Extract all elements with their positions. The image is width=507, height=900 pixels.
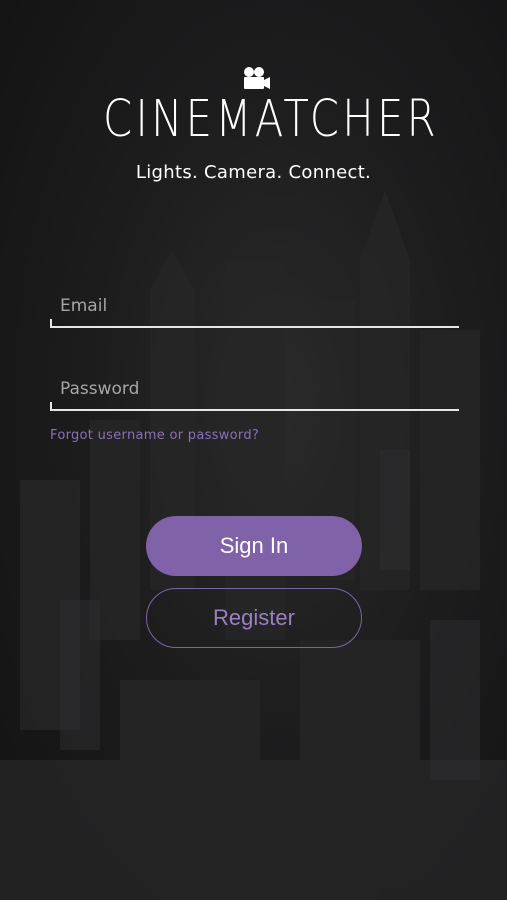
register-button[interactable]: Register bbox=[146, 588, 362, 648]
forgot-credentials-link[interactable]: Forgot username or password? bbox=[50, 428, 259, 443]
sign-in-button[interactable]: Sign In bbox=[146, 516, 362, 576]
email-field-container bbox=[50, 288, 459, 328]
brand-logo: CINEMATCHER bbox=[0, 66, 507, 156]
logo-wordmark: CINEMATCHER bbox=[103, 90, 439, 149]
tagline: Lights. Camera. Connect. bbox=[135, 162, 372, 183]
password-underline bbox=[50, 402, 459, 411]
email-underline bbox=[50, 319, 459, 328]
password-field-container bbox=[50, 371, 459, 411]
